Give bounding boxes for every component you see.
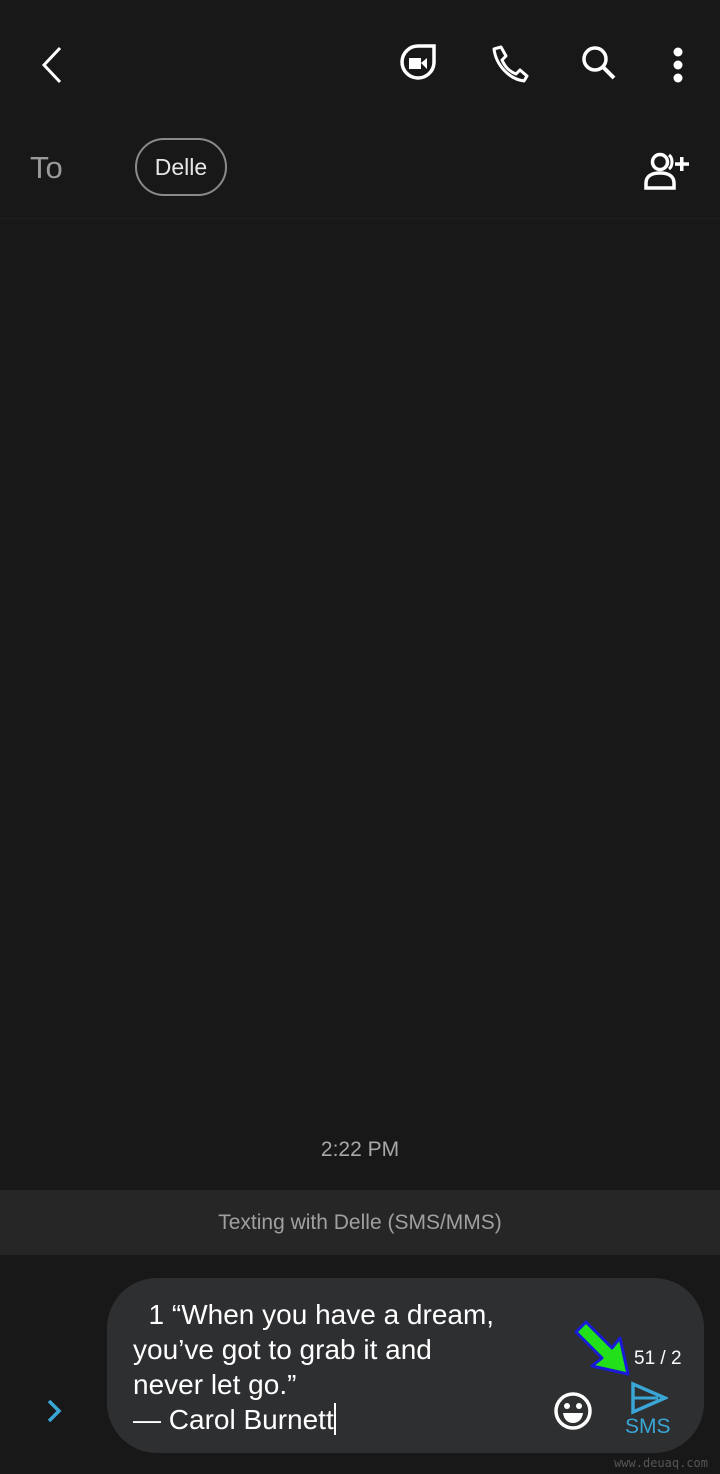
recipient-row (0, 130, 720, 219)
back-chevron-icon[interactable] (30, 40, 74, 90)
emoji-icon[interactable] (550, 1388, 596, 1434)
annotation-arrow-icon (572, 1318, 634, 1380)
watermark: www.deuaq.com (614, 1456, 708, 1470)
text-cursor (333, 1403, 336, 1435)
message-input[interactable]: 1 “When you have a dream, you’ve got to … (133, 1297, 494, 1437)
chevron-right-icon[interactable] (36, 1390, 72, 1432)
add-contact-icon[interactable] (640, 148, 694, 194)
conversation-type-banner: Texting with Delle (SMS/MMS) (0, 1190, 720, 1255)
message-timestamp: 2:22 PM (320, 1138, 400, 1161)
video-call-icon[interactable] (395, 40, 441, 86)
more-vert-icon[interactable] (662, 40, 694, 90)
banner-text: Texting with Delle (SMS/MMS) (218, 1210, 502, 1234)
message-text: 1 “When you have a dream, you’ve got to … (133, 1299, 495, 1435)
send-icon[interactable] (626, 1380, 670, 1416)
top-app-bar (0, 0, 720, 130)
to-label: To (30, 150, 63, 185)
recipient-chip[interactable]: Delle (135, 138, 227, 196)
phone-icon[interactable] (486, 40, 532, 86)
character-counter: 51 / 2 (634, 1348, 682, 1369)
search-icon[interactable] (576, 40, 622, 86)
send-button-label[interactable]: SMS (625, 1415, 671, 1439)
